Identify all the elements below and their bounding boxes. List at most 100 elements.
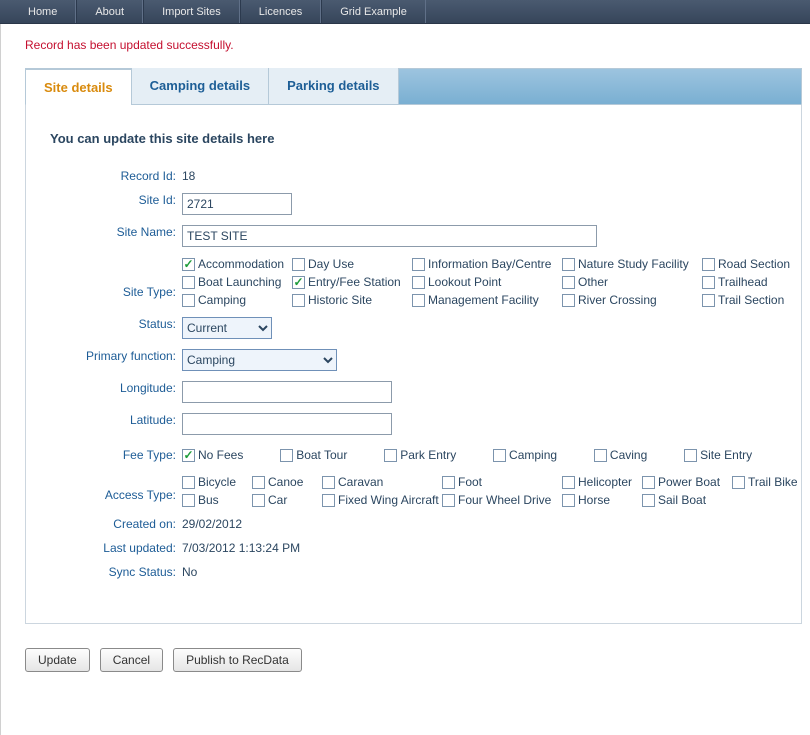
input-longitude[interactable]: [182, 381, 392, 403]
input-latitude[interactable]: [182, 413, 392, 435]
site-type-road-section[interactable]: Road Section: [702, 257, 810, 271]
access-type-caravan[interactable]: Caravan: [322, 475, 442, 489]
publish-button[interactable]: Publish to RecData: [173, 648, 302, 672]
label-latitude: Latitude:: [50, 410, 182, 427]
checkbox-label: Nature Study Facility: [578, 257, 689, 271]
tab-parking-details[interactable]: Parking details: [269, 68, 398, 104]
checkbox-label: Trail Bike: [748, 475, 798, 489]
cancel-button[interactable]: Cancel: [100, 648, 163, 672]
nav-licences[interactable]: Licences: [240, 0, 321, 23]
value-last-updated: 7/03/2012 1:13:24 PM: [182, 538, 783, 555]
checkbox-label: Other: [578, 275, 608, 289]
site-type-trail-section[interactable]: Trail Section: [702, 293, 810, 307]
checkbox-label: Canoe: [268, 475, 303, 489]
checkbox-label: Accommodation: [198, 257, 284, 271]
checkbox-label: Sail Boat: [658, 493, 706, 507]
checkbox-label: Four Wheel Drive: [458, 493, 551, 507]
access-type-foot[interactable]: Foot: [442, 475, 562, 489]
checkbox-icon: [702, 258, 715, 271]
checkbox-icon: [182, 476, 195, 489]
value-record-id: 18: [182, 166, 783, 183]
value-sync-status: No: [182, 562, 783, 579]
access-type-fixed-wing-aircraft[interactable]: Fixed Wing Aircraft: [322, 493, 442, 507]
checkbox-label: Management Facility: [428, 293, 539, 307]
label-sync-status: Sync Status:: [50, 562, 182, 579]
label-last-updated: Last updated:: [50, 538, 182, 555]
site-type-information-bay-centre[interactable]: Information Bay/Centre: [412, 257, 562, 271]
checkbox-label: Bicycle: [198, 475, 236, 489]
nav-about[interactable]: About: [76, 0, 143, 23]
access-type-four-wheel-drive[interactable]: Four Wheel Drive: [442, 493, 562, 507]
button-row: Update Cancel Publish to RecData: [25, 648, 802, 672]
checkbox-icon: [322, 476, 335, 489]
site-type-historic-site[interactable]: Historic Site: [292, 293, 412, 307]
checkbox-icon: [442, 494, 455, 507]
tab-camping-details[interactable]: Camping details: [132, 68, 269, 104]
site-type-day-use[interactable]: Day Use: [292, 257, 412, 271]
input-site-name[interactable]: [182, 225, 597, 247]
checkbox-icon: [182, 258, 195, 271]
checkbox-label: Power Boat: [658, 475, 720, 489]
access-type-sail-boat[interactable]: Sail Boat: [642, 493, 732, 507]
checkbox-label: Trail Section: [718, 293, 784, 307]
access-type-power-boat[interactable]: Power Boat: [642, 475, 732, 489]
fee-type-no-fees[interactable]: No Fees: [182, 448, 274, 462]
checkbox-icon: [412, 276, 425, 289]
input-site-id[interactable]: [182, 193, 292, 215]
checkbox-icon: [280, 449, 293, 462]
select-primary-function[interactable]: Camping: [182, 349, 337, 371]
checkbox-label: Park Entry: [400, 448, 456, 462]
intro-text: You can update this site details here: [50, 131, 783, 146]
access-type-canoe[interactable]: Canoe: [252, 475, 322, 489]
access-type-car[interactable]: Car: [252, 493, 322, 507]
fee-type-park-entry[interactable]: Park Entry: [384, 448, 487, 462]
access-type-bus[interactable]: Bus: [182, 493, 252, 507]
access-type-bicycle[interactable]: Bicycle: [182, 475, 252, 489]
site-type-accommodation[interactable]: Accommodation: [182, 257, 292, 271]
access-type-helicopter[interactable]: Helicopter: [562, 475, 642, 489]
checkbox-label: Foot: [458, 475, 482, 489]
label-access-type: Access Type:: [50, 478, 182, 502]
tab-body: You can update this site details here Re…: [25, 104, 802, 624]
access-type-horse[interactable]: Horse: [562, 493, 642, 507]
nav-grid-example[interactable]: Grid Example: [321, 0, 426, 23]
checkbox-label: Bus: [198, 493, 219, 507]
checkbox-label: Historic Site: [308, 293, 372, 307]
checkbox-icon: [732, 476, 745, 489]
checkbox-icon: [292, 294, 305, 307]
checkbox-label: Caving: [610, 448, 647, 462]
checkbox-icon: [684, 449, 697, 462]
site-type-management-facility[interactable]: Management Facility: [412, 293, 562, 307]
site-type-boat-launching[interactable]: Boat Launching: [182, 275, 292, 289]
site-type-lookout-point[interactable]: Lookout Point: [412, 275, 562, 289]
checkbox-label: Car: [268, 493, 287, 507]
checkbox-icon: [182, 449, 195, 462]
checkbox-icon: [442, 476, 455, 489]
label-site-name: Site Name:: [50, 222, 182, 239]
nav-home[interactable]: Home: [0, 0, 76, 23]
site-type-entry-fee-station[interactable]: Entry/Fee Station: [292, 275, 412, 289]
tab-header: Site details Camping details Parking det…: [25, 68, 802, 104]
tab-site-details[interactable]: Site details: [26, 69, 132, 105]
site-type-camping[interactable]: Camping: [182, 293, 292, 307]
checkbox-icon: [493, 449, 506, 462]
select-status[interactable]: Current: [182, 317, 272, 339]
checkbox-icon: [594, 449, 607, 462]
fee-type-boat-tour[interactable]: Boat Tour: [280, 448, 378, 462]
site-type-nature-study-facility[interactable]: Nature Study Facility: [562, 257, 702, 271]
checkbox-icon: [384, 449, 397, 462]
site-type-trailhead[interactable]: Trailhead: [702, 275, 810, 289]
nav-import-sites[interactable]: Import Sites: [143, 0, 240, 23]
tab-strip: Site details Camping details Parking det…: [25, 68, 802, 624]
site-type-other[interactable]: Other: [562, 275, 702, 289]
checkbox-icon: [292, 276, 305, 289]
update-button[interactable]: Update: [25, 648, 90, 672]
label-site-type: Site Type:: [50, 263, 182, 299]
access-type-trail-bike[interactable]: Trail Bike: [732, 475, 810, 489]
checkbox-icon: [182, 276, 195, 289]
checkbox-icon: [702, 294, 715, 307]
fee-type-site-entry[interactable]: Site Entry: [684, 448, 783, 462]
fee-type-camping[interactable]: Camping: [493, 448, 588, 462]
site-type-river-crossing[interactable]: River Crossing: [562, 293, 702, 307]
fee-type-caving[interactable]: Caving: [594, 448, 678, 462]
